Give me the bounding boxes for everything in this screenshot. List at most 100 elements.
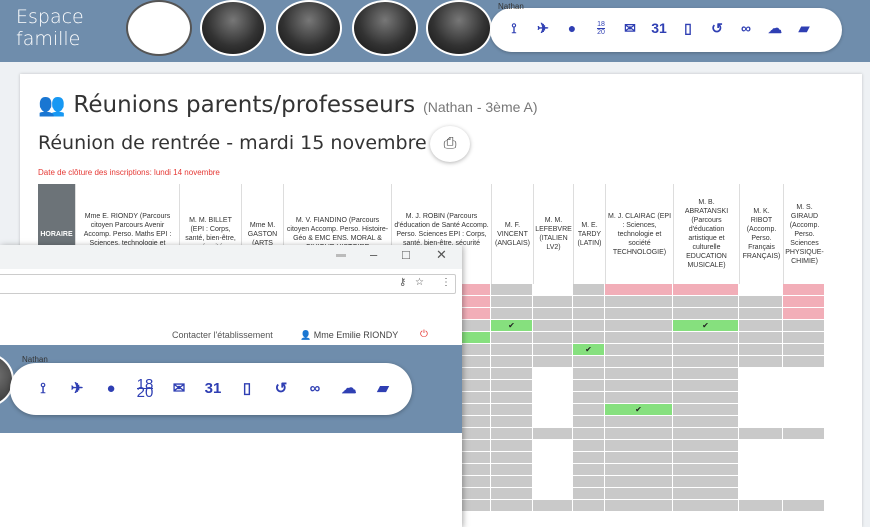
key-icon[interactable]: ⚷ [399,277,406,288]
time-slot[interactable] [573,440,604,451]
time-slot[interactable] [739,476,782,487]
time-slot[interactable] [605,296,672,307]
time-slot[interactable] [739,392,782,403]
time-slot[interactable] [533,308,572,319]
time-slot[interactable] [605,344,672,355]
time-slot[interactable] [783,392,824,403]
time-slot[interactable] [673,416,738,427]
member-avatar[interactable] [276,0,342,56]
time-slot[interactable] [783,428,824,439]
time-slot[interactable] [573,404,604,415]
time-slot[interactable] [605,476,672,487]
time-slot[interactable] [673,488,738,499]
time-slot[interactable] [533,404,572,415]
pin-icon[interactable]: ✈ [533,18,553,38]
time-slot[interactable] [673,440,738,451]
time-slot[interactable] [533,284,572,295]
time-slot[interactable] [533,332,572,343]
time-slot[interactable] [783,356,824,367]
booked-slot[interactable]: ✔ [573,344,604,355]
time-slot[interactable] [783,308,824,319]
time-slot[interactable] [491,488,532,499]
contact-link[interactable]: Contacter l'établissement [172,330,273,340]
time-slot[interactable] [739,500,782,511]
minimize-button[interactable]: – [370,247,377,262]
member-avatar[interactable] [352,0,418,56]
notebook-icon[interactable]: ▯ [678,18,698,38]
close-button[interactable]: ✕ [436,247,447,263]
time-slot[interactable] [783,284,824,295]
time-slot[interactable] [673,500,738,511]
time-slot[interactable] [783,404,824,415]
chat-icon[interactable]: ● [100,377,122,399]
address-bar[interactable]: ⚷ ☆ ⋮ [0,274,456,294]
time-slot[interactable] [605,368,672,379]
chat-icon[interactable]: ● [562,18,582,38]
menu-icon[interactable]: ⋮ [441,277,451,288]
time-slot[interactable] [573,284,604,295]
time-slot[interactable] [605,380,672,391]
time-slot[interactable] [739,488,782,499]
time-slot[interactable] [533,368,572,379]
time-slot[interactable] [673,464,738,475]
time-slot[interactable] [491,500,532,511]
time-slot[interactable] [605,332,672,343]
link-icon[interactable]: ∞ [736,18,756,38]
time-slot[interactable] [533,476,572,487]
logout-icon[interactable]: ⏻ [420,329,428,340]
time-slot[interactable] [605,464,672,475]
time-slot[interactable] [605,320,672,331]
star-icon[interactable]: ☆ [415,277,424,288]
time-slot[interactable] [573,320,604,331]
time-slot[interactable] [605,284,672,295]
time-slot[interactable] [739,404,782,415]
time-slot[interactable] [605,356,672,367]
time-slot[interactable] [491,392,532,403]
time-slot[interactable] [739,332,782,343]
mail-icon[interactable]: ✉ [168,377,190,399]
time-slot[interactable] [605,308,672,319]
time-slot[interactable] [491,464,532,475]
time-slot[interactable] [573,296,604,307]
time-slot[interactable] [673,452,738,463]
time-slot[interactable] [573,464,604,475]
time-slot[interactable] [605,392,672,403]
mail-icon[interactable]: ✉ [620,18,640,38]
time-slot[interactable] [533,320,572,331]
time-slot[interactable] [533,296,572,307]
time-slot[interactable] [673,332,738,343]
time-slot[interactable] [739,296,782,307]
notebook-icon[interactable]: ▯ [236,377,258,399]
member-avatar[interactable] [200,0,266,56]
time-slot[interactable] [573,392,604,403]
time-slot[interactable] [739,464,782,475]
family-avatar[interactable] [126,0,192,56]
time-slot[interactable] [533,380,572,391]
time-slot[interactable] [783,476,824,487]
time-slot[interactable] [783,488,824,499]
time-slot[interactable] [673,476,738,487]
time-slot[interactable] [783,380,824,391]
time-slot[interactable] [491,344,532,355]
time-slot[interactable] [783,416,824,427]
time-slot[interactable] [573,500,604,511]
time-slot[interactable] [573,308,604,319]
cloud-icon[interactable]: ☁ [765,18,785,38]
time-slot[interactable] [491,440,532,451]
time-slot[interactable] [491,368,532,379]
time-slot[interactable] [739,416,782,427]
time-slot[interactable] [783,464,824,475]
time-slot[interactable] [533,356,572,367]
history-icon[interactable]: ↺ [270,377,292,399]
time-slot[interactable] [673,380,738,391]
time-slot[interactable] [739,428,782,439]
calendar-icon[interactable]: 31 [202,377,224,399]
time-slot[interactable] [673,308,738,319]
pin-icon[interactable]: ✈ [66,377,88,399]
time-slot[interactable] [491,284,532,295]
link-icon[interactable]: ∞ [304,377,326,399]
time-slot[interactable] [533,452,572,463]
time-slot[interactable] [673,368,738,379]
time-slot[interactable] [533,440,572,451]
time-slot[interactable] [573,380,604,391]
